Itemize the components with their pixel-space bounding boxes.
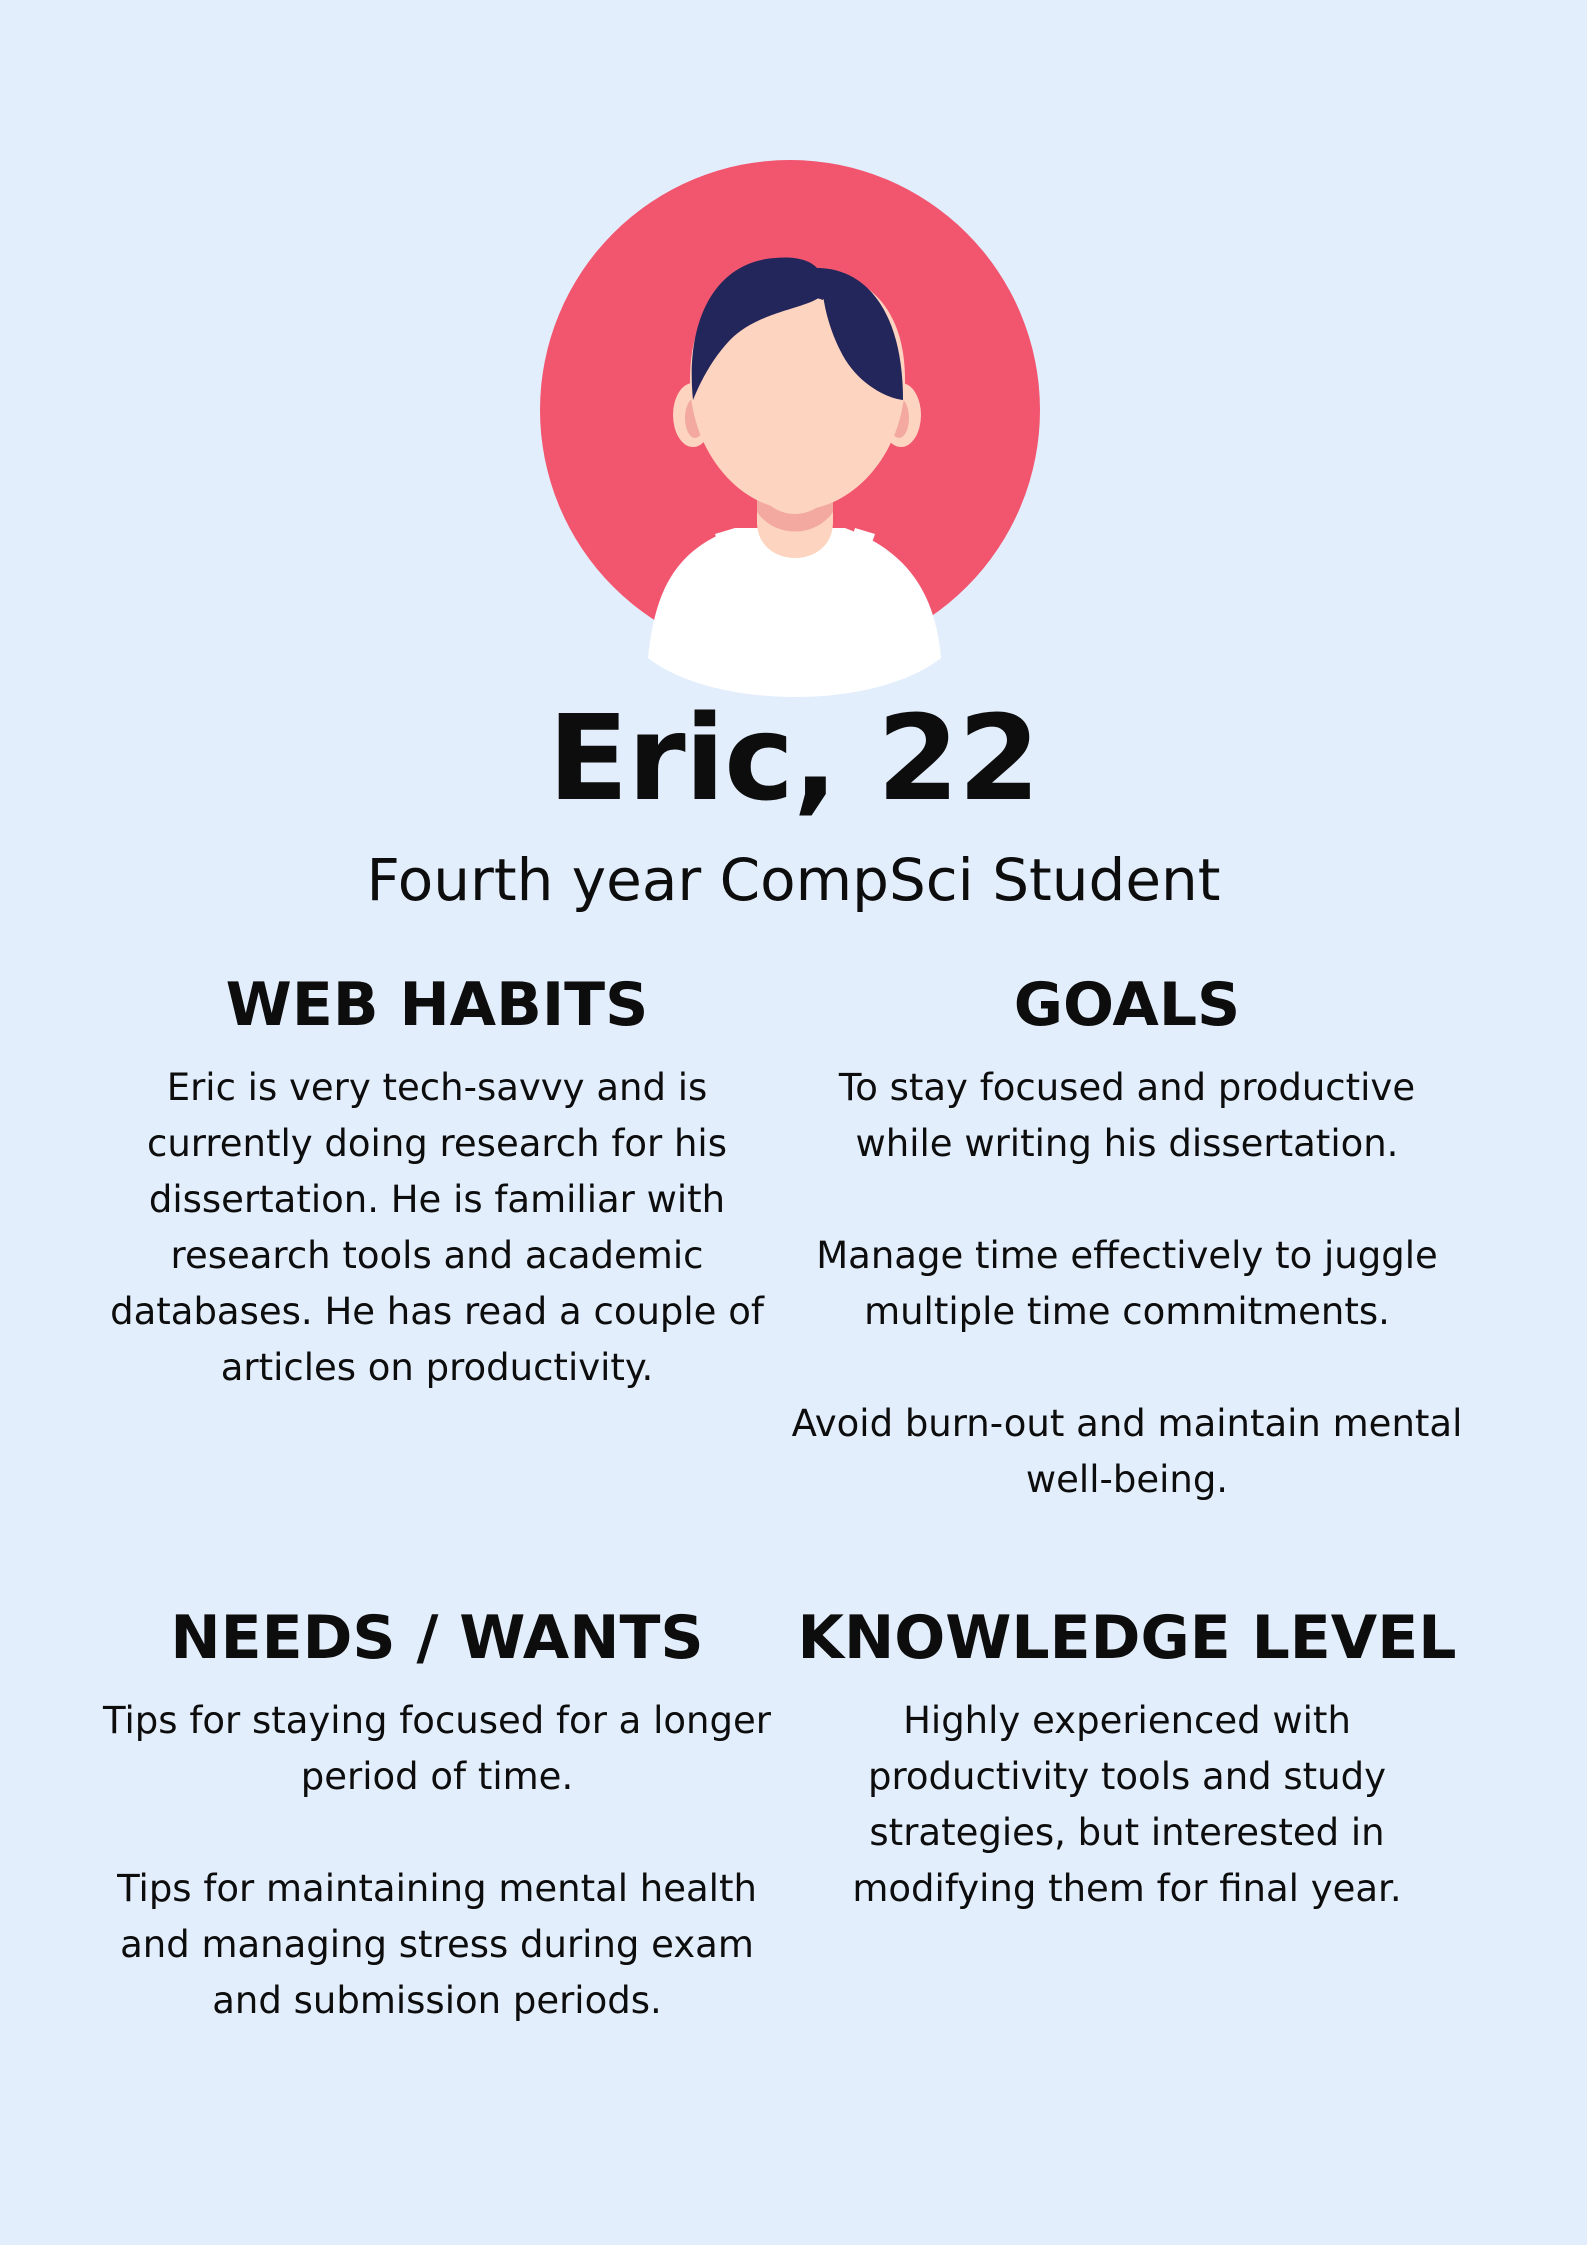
goals-paragraph: Avoid burn-out and maintain mental well-… [791, 1402, 1463, 1501]
web-habits-heading: WEB HABITS [225, 970, 649, 1040]
knowledge-level-paragraph: Highly experienced with productivity too… [852, 1699, 1402, 1910]
goals-paragraph: Manage time effectively to juggle multip… [816, 1234, 1438, 1333]
persona-subtitle: Fourth year CompSci Student [366, 846, 1221, 914]
knowledge-level-body: Highly experienced with productivity too… [787, 1693, 1467, 1917]
knowledge-level-heading: KNOWLEDGE LEVEL [797, 1603, 1457, 1673]
web-habits-section: WEB HABITS Eric is very tech-savvy and i… [97, 962, 777, 1396]
needs-wants-body: Tips for staying focused for a longer pe… [97, 1693, 777, 2029]
web-habits-body: Eric is very tech-savvy and is currently… [97, 1060, 777, 1396]
needs-wants-paragraph: Tips for maintaining mental health and m… [117, 1867, 757, 2022]
persona-name: Eric, 22 [547, 689, 1040, 827]
goals-heading: GOALS [1013, 970, 1241, 1040]
goals-body: To stay focused and productive while wri… [787, 1060, 1467, 1508]
web-habits-paragraph: Eric is very tech-savvy and is currently… [110, 1066, 764, 1389]
avatar [525, 150, 1065, 720]
needs-wants-paragraph: Tips for staying focused for a longer pe… [103, 1699, 771, 1798]
knowledge-level-section: KNOWLEDGE LEVEL Highly experienced with … [787, 1595, 1467, 1917]
goals-paragraph: To stay focused and productive while wri… [838, 1066, 1416, 1165]
needs-wants-heading: NEEDS / WANTS [170, 1603, 704, 1673]
person-avatar-icon [540, 160, 1040, 697]
needs-wants-section: NEEDS / WANTS Tips for staying focused f… [97, 1595, 777, 2029]
goals-section: GOALS To stay focused and productive whi… [787, 962, 1467, 1508]
